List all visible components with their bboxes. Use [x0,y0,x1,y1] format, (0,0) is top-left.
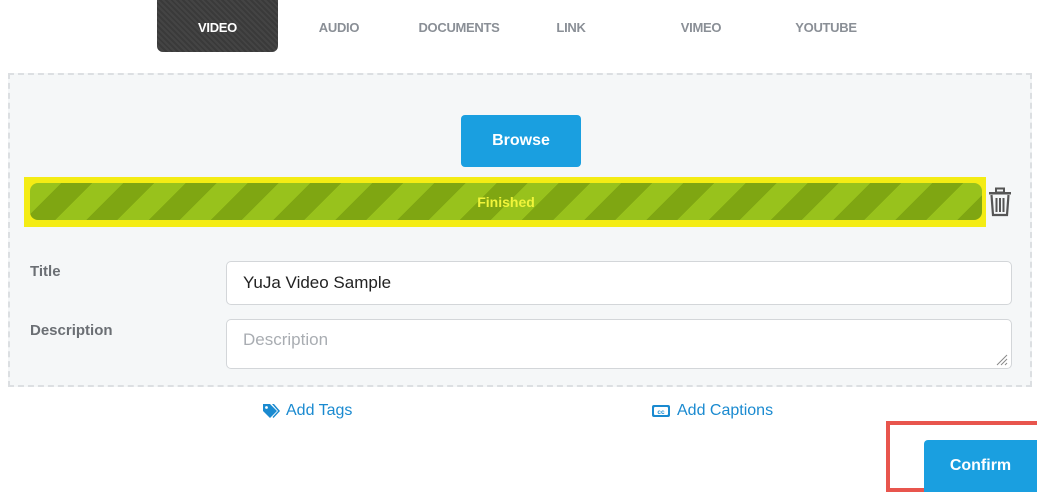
tab-audio[interactable]: AUDIO [298,0,380,52]
description-textarea[interactable] [226,319,1012,369]
add-tags-link[interactable]: Add Tags [262,402,352,420]
tab-video[interactable]: VIDEO [157,0,278,52]
tags-icon [262,403,280,419]
browse-button[interactable]: Browse [461,115,581,167]
tab-documents[interactable]: DOCUMENTS [400,0,518,52]
title-input[interactable] [226,261,1012,305]
progress-status: Finished [477,193,535,210]
description-label: Description [30,322,113,339]
tab-link[interactable]: LINK [540,0,602,52]
svg-text:cc: cc [657,409,665,416]
resize-grip-icon[interactable] [994,352,1008,366]
add-captions-link[interactable]: cc Add Captions [651,402,773,420]
trash-icon[interactable] [987,187,1013,217]
tab-youtube[interactable]: YOUTUBE [770,0,882,52]
closed-captions-icon: cc [651,403,671,419]
add-captions-label: Add Captions [677,402,774,419]
confirm-button[interactable]: Confirm [924,440,1037,492]
add-tags-label: Add Tags [286,402,353,419]
tab-vimeo[interactable]: VIMEO [660,0,742,52]
title-label: Title [30,263,61,280]
upload-progress-bar: Finished [30,183,982,220]
media-type-tabs: VIDEO AUDIO DOCUMENTS LINK VIMEO YOUTUBE [0,0,1037,60]
